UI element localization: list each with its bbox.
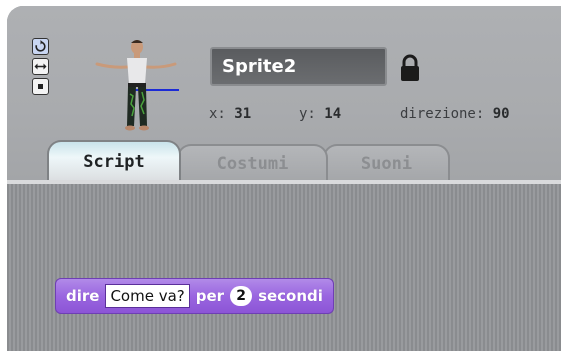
sprite-name-field[interactable]: Sprite2: [210, 47, 387, 86]
message-input[interactable]: Come va?: [105, 284, 190, 308]
y-label: y:: [299, 106, 316, 122]
scripts-area[interactable]: [7, 180, 561, 351]
direction-value: 90: [492, 106, 510, 122]
x-coordinate: x: 31: [209, 106, 251, 122]
rotate-icon[interactable]: [32, 38, 49, 55]
sprite-info-header: Sprite2 x: 31 y: 14 direzione: 90 Suoni …: [7, 6, 561, 180]
flip-left-right-icon[interactable]: [32, 58, 49, 75]
no-rotate-icon[interactable]: [32, 78, 49, 95]
y-coordinate: y: 14: [299, 106, 341, 122]
seconds-input[interactable]: 2: [230, 286, 253, 306]
sprite-thumbnail[interactable]: [87, 34, 187, 134]
y-value: 14: [324, 106, 342, 122]
tab-suoni[interactable]: Suoni: [323, 144, 450, 180]
tab-costumi[interactable]: Costumi: [177, 144, 328, 180]
block-word-for: per: [195, 287, 225, 305]
tab-script[interactable]: Script: [47, 140, 181, 180]
x-value: 31: [234, 106, 252, 122]
block-word-say: dire: [66, 287, 100, 305]
x-label: x:: [209, 106, 226, 122]
say-for-seconds-block[interactable]: dire Come va? per 2 secondi: [55, 278, 334, 314]
direction-label: direzione:: [400, 106, 485, 122]
lock-icon[interactable]: [399, 53, 421, 83]
direction-readout: direzione: 90: [400, 106, 510, 122]
block-word-seconds: secondi: [258, 287, 323, 305]
